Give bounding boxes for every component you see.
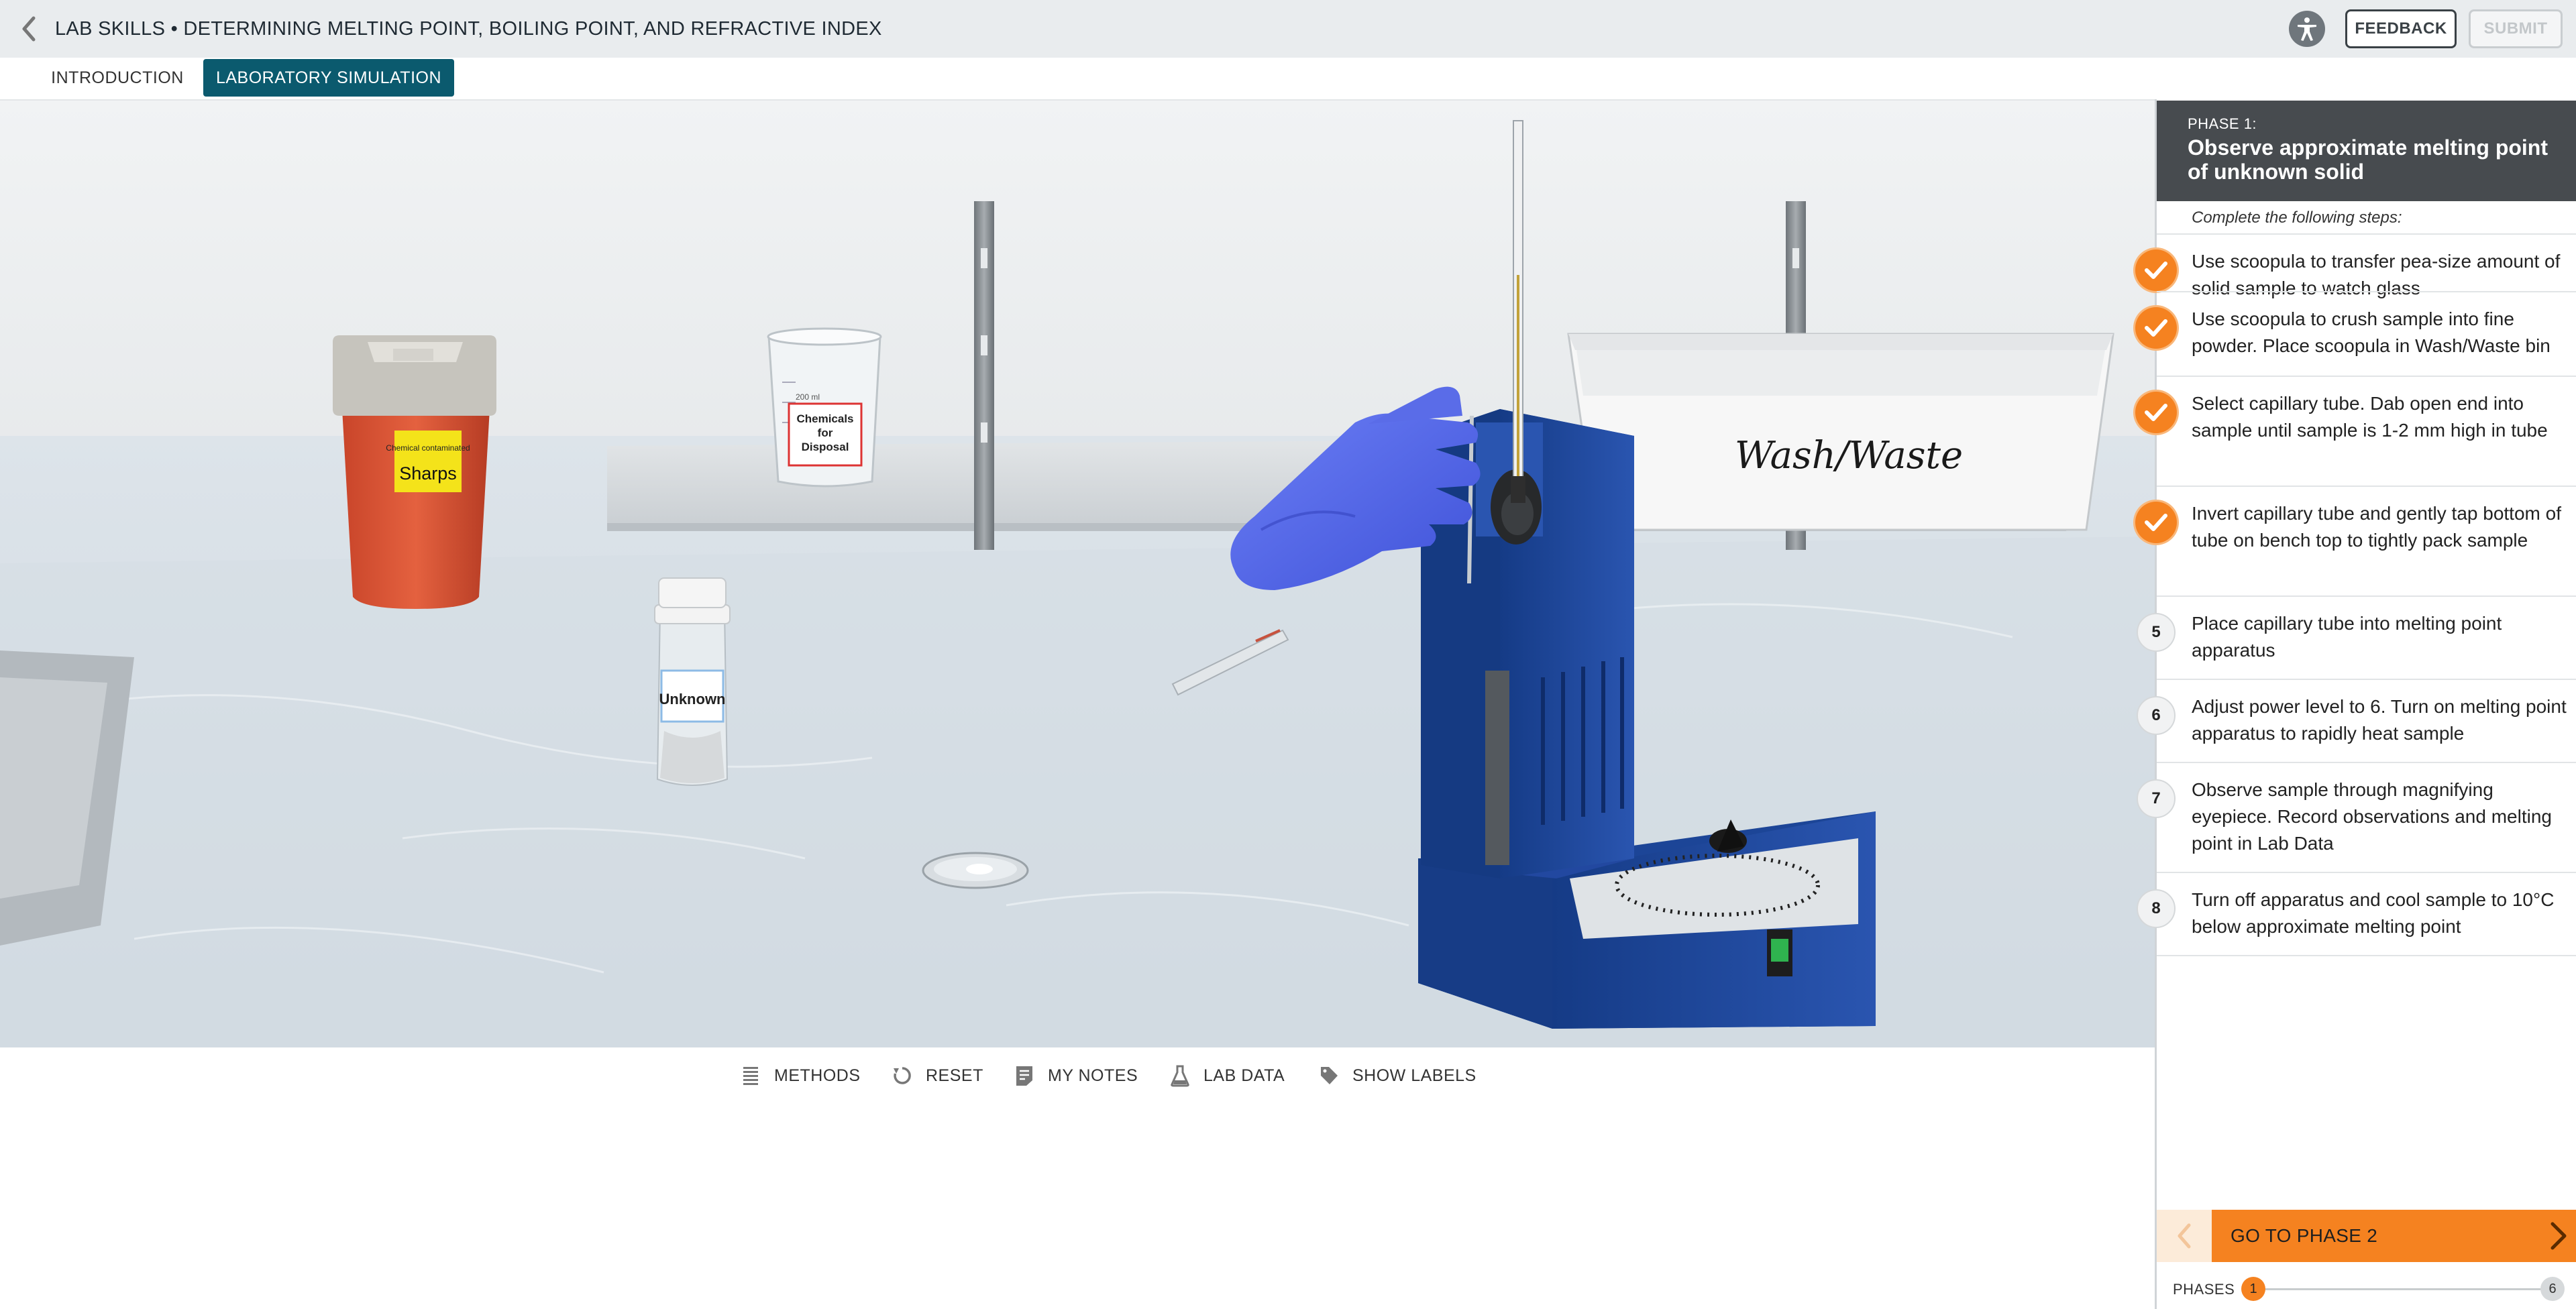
step-number: 5 xyxy=(2137,613,2176,652)
sharps-container[interactable]: Chemical contaminated Sharps xyxy=(333,335,496,609)
phases-track xyxy=(2253,1288,2548,1290)
step-text: Place capillary tube into melting point … xyxy=(2192,613,2502,661)
bin-label: Wash/Waste xyxy=(1735,434,1963,477)
unknown-sample-jar[interactable]: Unknown xyxy=(654,577,731,786)
beaker-label-line2: for xyxy=(818,426,833,439)
reset-icon xyxy=(894,1067,911,1084)
my-notes-button[interactable]: MY NOTES xyxy=(1014,1061,1138,1090)
jar-label: Unknown xyxy=(659,691,726,707)
next-phase-label: GO TO PHASE 2 xyxy=(2231,1225,2378,1246)
bottom-toolbar: METHODS RESET MY NOTES LAB DATA SHOW LAB… xyxy=(0,1047,2155,1101)
step-item: 7 Observe sample through magnifying eyep… xyxy=(2137,762,2576,872)
lab-data-button[interactable]: LAB DATA xyxy=(1170,1061,1285,1090)
phases-label: PHASES xyxy=(2173,1281,2235,1298)
beaker-label-line1: Chemicals xyxy=(796,412,853,425)
phase-navigation: GO TO PHASE 2 xyxy=(2157,1210,2576,1262)
reset-button[interactable]: RESET xyxy=(892,1061,983,1090)
accessibility-button[interactable] xyxy=(2289,11,2325,47)
step-number: 7 xyxy=(2137,779,2176,818)
next-phase-button[interactable]: GO TO PHASE 2 xyxy=(2212,1210,2576,1262)
tag-icon xyxy=(1321,1067,1338,1084)
step-item: Use scoopula to crush sample into fine p… xyxy=(2135,291,2576,376)
back-button[interactable] xyxy=(12,12,46,46)
step-text: Adjust power level to 6. Turn on melting… xyxy=(2192,696,2567,744)
lab-scene: Chemical contaminated Sharps 200 ml Chem… xyxy=(0,101,2155,1047)
check-icon xyxy=(2135,249,2177,291)
methods-button[interactable]: METHODS xyxy=(741,1061,861,1090)
chevron-left-icon xyxy=(2178,1223,2191,1249)
accessibility-icon xyxy=(2298,17,2316,41)
steps-intro: Complete the following steps: xyxy=(2192,209,2402,227)
submit-button[interactable]: SUBMIT xyxy=(2469,9,2563,48)
sharps-small-label: Chemical contaminated xyxy=(386,443,470,453)
sharps-label: Sharps xyxy=(399,463,457,483)
check-icon xyxy=(2135,392,2177,433)
chevron-right-icon xyxy=(2551,1222,2567,1250)
flask-icon xyxy=(1171,1065,1189,1087)
phase-label: PHASE 1: xyxy=(2188,115,2257,132)
beaker-volume-label: 200 ml xyxy=(796,392,820,402)
top-bar: LAB SKILLS • DETERMINING MELTING POINT, … xyxy=(0,0,2576,59)
feedback-button[interactable]: FEEDBACK xyxy=(2345,9,2457,48)
step-number: 8 xyxy=(2137,889,2176,928)
phase-title: Observe approximate melting point of unk… xyxy=(2188,135,2548,184)
current-phase-dot[interactable]: 1 xyxy=(2241,1277,2265,1301)
methods-label: METHODS xyxy=(774,1066,861,1085)
step-item: 6 Adjust power level to 6. Turn on melti… xyxy=(2137,679,2576,762)
phases-progress: PHASES 1 6 xyxy=(2157,1273,2576,1305)
notes-icon xyxy=(1016,1066,1032,1086)
steps-list: Use scoopula to transfer pea-size amount… xyxy=(2135,233,2576,956)
tab-bar: INTRODUCTION LABORATORY SIMULATION xyxy=(0,58,2576,101)
tab-introduction[interactable]: INTRODUCTION xyxy=(34,59,201,97)
lab-data-label: LAB DATA xyxy=(1203,1066,1285,1085)
my-notes-label: MY NOTES xyxy=(1048,1066,1138,1085)
beaker-label-line3: Disposal xyxy=(802,441,849,453)
check-icon xyxy=(2135,307,2177,349)
show-labels-button[interactable]: SHOW LABELS xyxy=(1319,1061,1477,1090)
step-text: Use scoopula to crush sample into fine p… xyxy=(2192,308,2551,356)
chevron-left-icon xyxy=(22,16,36,42)
lab-scene-canvas: Chemical contaminated Sharps 200 ml Chem… xyxy=(0,101,2155,1047)
step-text: Invert capillary tube and gently tap bot… xyxy=(2192,503,2561,551)
course-title: LAB SKILLS • DETERMINING MELTING POINT, … xyxy=(55,18,882,40)
last-phase-dot[interactable]: 6 xyxy=(2540,1277,2565,1301)
step-item: Use scoopula to transfer pea-size amount… xyxy=(2135,233,2576,298)
step-item: Select capillary tube. Dab open end into… xyxy=(2135,376,2576,486)
step-item: 8 Turn off apparatus and cool sample to … xyxy=(2137,872,2576,956)
show-labels-label: SHOW LABELS xyxy=(1352,1066,1477,1085)
methods-icon xyxy=(743,1067,758,1085)
tab-laboratory-simulation[interactable]: LABORATORY SIMULATION xyxy=(203,59,454,97)
step-item: 5 Place capillary tube into melting poin… xyxy=(2137,595,2576,679)
reset-label: RESET xyxy=(926,1066,983,1085)
step-text: Observe sample through magnifying eyepie… xyxy=(2192,779,2552,854)
step-text: Select capillary tube. Dab open end into… xyxy=(2192,393,2548,441)
step-item: Invert capillary tube and gently tap bot… xyxy=(2135,486,2576,595)
previous-phase-button[interactable] xyxy=(2157,1210,2212,1262)
step-text: Turn off apparatus and cool sample to 10… xyxy=(2192,889,2555,937)
wash-waste-bin[interactable]: Wash/Waste xyxy=(1567,333,2114,531)
disposal-beaker[interactable]: 200 ml Chemicals for Disposal xyxy=(767,327,882,488)
watch-glass[interactable] xyxy=(922,852,1029,889)
phase-header: PHASE 1: Observe approximate melting poi… xyxy=(2157,101,2576,201)
instructions-panel: PHASE 1: Observe approximate melting poi… xyxy=(2135,99,2576,1309)
step-number: 6 xyxy=(2137,696,2176,735)
check-icon xyxy=(2135,502,2177,543)
